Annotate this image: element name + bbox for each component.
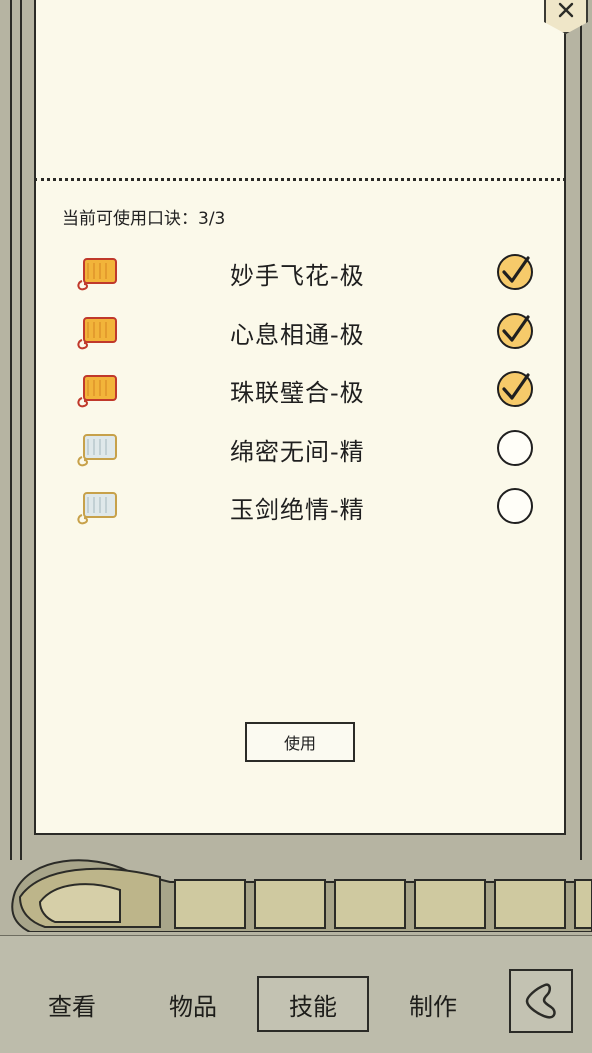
bottom-nav-bar: 查看 物品 技能 制作: [0, 935, 592, 1053]
unchecked-checkbox-icon[interactable]: [496, 487, 534, 525]
skill-name: 妙手飞花-极: [230, 262, 365, 290]
back-arrow-icon: [525, 983, 556, 1019]
skill-name: 绵密无间-精: [230, 438, 365, 466]
skill-name: 心息相通-极: [230, 321, 365, 349]
checked-checkbox-icon[interactable]: [496, 253, 534, 291]
scroll-icon: [77, 375, 117, 408]
nav-tab-skills-label: 技能: [289, 992, 337, 1021]
scroll-icon: [77, 258, 117, 291]
skill-row[interactable]: 珠联璧合-极: [60, 367, 550, 417]
left-frame-line: [10, 0, 12, 860]
available-count-label: 当前可使用口诀：3/3: [62, 209, 226, 229]
scroll-icon: [77, 434, 117, 467]
unchecked-checkbox-icon[interactable]: [496, 429, 534, 467]
nav-tab-items[interactable]: 物品: [137, 976, 249, 1032]
right-frame-line: [580, 0, 582, 860]
checked-checkbox-icon[interactable]: [496, 312, 534, 350]
scroll-icon: [77, 492, 117, 525]
left-frame-line-2: [20, 0, 22, 860]
skill-name: 玉剑绝情-精: [230, 496, 365, 524]
skill-dialog-panel: [34, 0, 588, 835]
use-button[interactable]: 使用: [245, 722, 355, 762]
nav-tab-skills[interactable]: 技能: [257, 976, 369, 1032]
nav-tab-craft[interactable]: 制作: [377, 976, 489, 1032]
skill-name: 珠联璧合-极: [230, 379, 365, 407]
skill-row[interactable]: 玉剑绝情-精: [60, 484, 550, 534]
skill-row[interactable]: 心息相通-极: [60, 309, 550, 359]
checked-checkbox-icon[interactable]: [496, 370, 534, 408]
skill-row[interactable]: 绵密无间-精: [60, 426, 550, 476]
skill-row[interactable]: 妙手飞花-极: [60, 250, 550, 300]
nav-tab-items-label: 物品: [169, 992, 217, 1021]
decorative-scroll-band: [11, 859, 592, 932]
nav-tab-view-label: 查看: [48, 992, 96, 1021]
close-icon: [558, 2, 574, 18]
scroll-icon: [77, 317, 117, 350]
nav-tab-craft-label: 制作: [409, 992, 457, 1021]
dotted-divider: [34, 178, 566, 181]
back-button[interactable]: [509, 969, 573, 1033]
nav-tab-view[interactable]: 查看: [16, 976, 128, 1032]
